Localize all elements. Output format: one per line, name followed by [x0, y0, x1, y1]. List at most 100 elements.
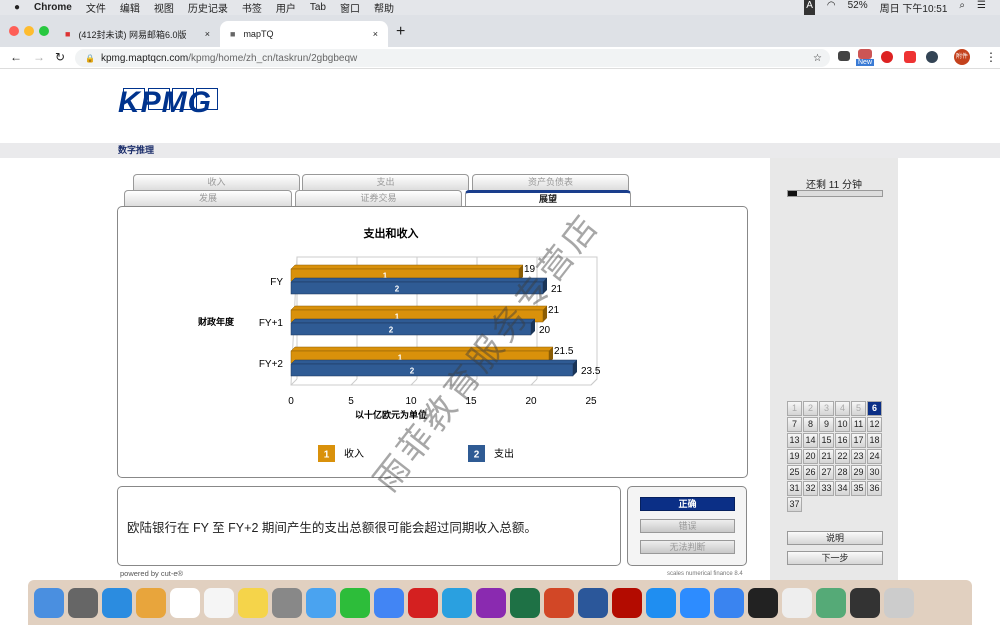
close-window-button[interactable]: [9, 26, 19, 36]
question-8-button[interactable]: 8: [803, 417, 818, 432]
dock-app-icon[interactable]: [238, 587, 268, 618]
search-icon[interactable]: ⌕: [959, 0, 965, 15]
new-tab-button[interactable]: +: [396, 23, 405, 41]
dock-app-icon[interactable]: [850, 587, 880, 618]
menu-edit[interactable]: 编辑: [120, 0, 140, 15]
question-24-button[interactable]: 24: [867, 449, 882, 464]
question-35-button[interactable]: 35: [851, 481, 866, 496]
menu-tab[interactable]: Tab: [310, 2, 326, 13]
dock-app-icon[interactable]: [170, 587, 200, 618]
question-33-button[interactable]: 33: [819, 481, 834, 496]
reload-icon[interactable]: ↻: [55, 50, 65, 64]
list-icon[interactable]: ☰: [977, 0, 986, 15]
url-input[interactable]: 🔒 kpmg.maptqcn.com/kpmg/home/zh_cn/taskr…: [75, 49, 830, 67]
dock-app-icon[interactable]: [680, 587, 710, 618]
question-4-button[interactable]: 4: [835, 401, 850, 416]
menu-bookmarks[interactable]: 书签: [242, 0, 262, 15]
question-3-button[interactable]: 3: [819, 401, 834, 416]
extension-icon[interactable]: [858, 49, 872, 59]
question-34-button[interactable]: 34: [835, 481, 850, 496]
dock-app-icon[interactable]: [510, 587, 540, 618]
dock-app-icon[interactable]: [306, 587, 336, 618]
tab-income[interactable]: 收入: [133, 174, 300, 190]
answer-cannot-say-button[interactable]: 无法判断: [640, 540, 735, 554]
apple-icon[interactable]: ●: [14, 2, 20, 13]
menu-app[interactable]: Chrome: [34, 2, 72, 13]
dock-app-icon[interactable]: [476, 587, 506, 618]
question-25-button[interactable]: 25: [787, 465, 802, 480]
menu-user[interactable]: 用户: [276, 0, 296, 15]
dock-app-icon[interactable]: [578, 587, 608, 618]
back-icon[interactable]: ←: [10, 50, 22, 64]
dock-app-icon[interactable]: [544, 587, 574, 618]
question-1-button[interactable]: 1: [787, 401, 802, 416]
extension-icon[interactable]: [926, 51, 938, 63]
dock-app-icon[interactable]: [748, 587, 778, 618]
tab-outlook[interactable]: 展望: [465, 190, 631, 206]
dock-app-icon[interactable]: [204, 587, 234, 618]
question-29-button[interactable]: 29: [851, 465, 866, 480]
question-13-button[interactable]: 13: [787, 433, 802, 448]
dock-app-icon[interactable]: [102, 587, 132, 618]
tab-mail[interactable]: ■ (412封未读) 网易邮箱6.0版 ×: [55, 21, 220, 47]
question-20-button[interactable]: 20: [803, 449, 818, 464]
question-37-button[interactable]: 37: [787, 497, 802, 512]
dock-app-icon[interactable]: [442, 587, 472, 618]
question-21-button[interactable]: 21: [819, 449, 834, 464]
menu-file[interactable]: 文件: [86, 0, 106, 15]
bookmark-star-icon[interactable]: ☆: [813, 53, 822, 64]
question-36-button[interactable]: 36: [867, 481, 882, 496]
question-27-button[interactable]: 27: [819, 465, 834, 480]
question-31-button[interactable]: 31: [787, 481, 802, 496]
tab-balance-sheet[interactable]: 资产负债表: [472, 174, 629, 190]
tab-development[interactable]: 发展: [124, 190, 292, 206]
profile-avatar[interactable]: 附件: [954, 49, 970, 65]
forward-icon[interactable]: →: [33, 50, 45, 64]
extension-icon[interactable]: [904, 51, 916, 63]
question-26-button[interactable]: 26: [803, 465, 818, 480]
question-23-button[interactable]: 23: [851, 449, 866, 464]
question-12-button[interactable]: 12: [867, 417, 882, 432]
dock-app-icon[interactable]: [374, 587, 404, 618]
dock-app-icon[interactable]: [34, 587, 64, 618]
extension-icon[interactable]: [881, 51, 893, 63]
question-9-button[interactable]: 9: [819, 417, 834, 432]
question-2-button[interactable]: 2: [803, 401, 818, 416]
dock-app-icon[interactable]: [68, 587, 98, 618]
minimize-window-button[interactable]: [24, 26, 34, 36]
input-source[interactable]: A: [804, 0, 815, 15]
question-22-button[interactable]: 22: [835, 449, 850, 464]
question-32-button[interactable]: 32: [803, 481, 818, 496]
dock-app-icon[interactable]: [714, 587, 744, 618]
question-15-button[interactable]: 15: [819, 433, 834, 448]
dock-app-icon[interactable]: [340, 587, 370, 618]
question-7-button[interactable]: 7: [787, 417, 802, 432]
close-tab-icon[interactable]: ×: [205, 29, 210, 39]
close-tab-icon[interactable]: ×: [373, 29, 378, 39]
dock-app-icon[interactable]: [136, 587, 166, 618]
menu-window[interactable]: 窗口: [340, 0, 360, 15]
clock[interactable]: 周日 下午10:51: [880, 0, 948, 15]
help-button[interactable]: 说明: [787, 531, 883, 545]
menu-help[interactable]: 帮助: [374, 0, 394, 15]
wifi-icon[interactable]: ◠: [827, 0, 836, 15]
question-14-button[interactable]: 14: [803, 433, 818, 448]
question-5-button[interactable]: 5: [851, 401, 866, 416]
dock-app-icon[interactable]: [816, 587, 846, 618]
tab-maptq[interactable]: ■ mapTQ ×: [220, 21, 388, 47]
dock-app-icon[interactable]: [782, 587, 812, 618]
answer-false-button[interactable]: 错误: [640, 519, 735, 533]
dock-app-icon[interactable]: [272, 587, 302, 618]
tab-securities[interactable]: 证券交易: [295, 190, 462, 206]
dock-app-icon[interactable]: [646, 587, 676, 618]
menu-history[interactable]: 历史记录: [188, 0, 228, 15]
next-button[interactable]: 下一步: [787, 551, 883, 565]
question-10-button[interactable]: 10: [835, 417, 850, 432]
question-17-button[interactable]: 17: [851, 433, 866, 448]
dock-app-icon[interactable]: [612, 587, 642, 618]
question-16-button[interactable]: 16: [835, 433, 850, 448]
question-30-button[interactable]: 30: [867, 465, 882, 480]
question-11-button[interactable]: 11: [851, 417, 866, 432]
battery-percent[interactable]: 52%: [848, 0, 868, 15]
question-19-button[interactable]: 19: [787, 449, 802, 464]
